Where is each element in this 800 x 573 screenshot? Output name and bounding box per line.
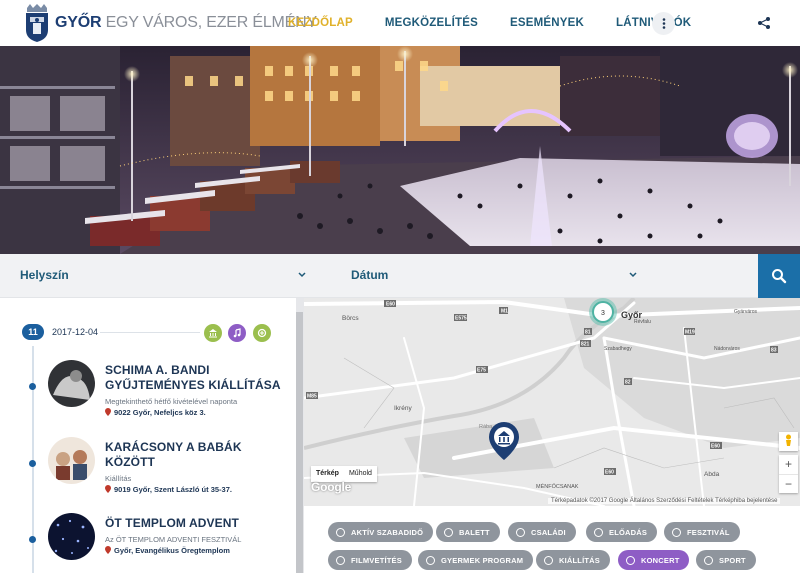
zoom-in-button[interactable]: + xyxy=(779,455,798,474)
nav-events[interactable]: ESEMÉNYEK xyxy=(510,17,584,29)
share-icon[interactable] xyxy=(757,16,771,30)
svg-text:821: 821 xyxy=(581,342,590,348)
pegman-icon xyxy=(786,434,791,446)
svg-text:Abda: Abda xyxy=(704,471,720,478)
event-thumbnail xyxy=(48,360,95,407)
svg-text:83: 83 xyxy=(771,348,777,354)
svg-text:E60: E60 xyxy=(605,470,614,476)
event-subtitle: Megtekinthető hétfő kivételével naponta xyxy=(105,397,238,406)
location-pin-icon xyxy=(105,408,111,416)
tag-family[interactable]: CSALÁDI xyxy=(508,522,576,542)
svg-text:81: 81 xyxy=(585,330,591,336)
event-title[interactable]: ÖT TEMPLOM ADVENT xyxy=(105,516,239,531)
location-select[interactable]: Helyszín xyxy=(20,268,69,282)
family-icon xyxy=(516,527,525,537)
tag-ballet[interactable]: BALETT xyxy=(436,522,500,542)
tag-kids-program[interactable]: GYERMEK PROGRAM xyxy=(418,550,534,570)
svg-text:E575: E575 xyxy=(455,316,467,322)
svg-text:Rába: Rába xyxy=(479,424,493,430)
site-header: GYŐR EGY VÁROS, EZER ÉLMÉNY KEZDŐLAP MEG… xyxy=(0,0,800,46)
tag-active-leisure[interactable]: AKTÍV SZABADIDŐ xyxy=(328,522,434,542)
more-menu-button[interactable] xyxy=(652,12,675,35)
timeline-dot xyxy=(29,460,36,467)
tag-exhibition[interactable]: KIÁLLÍTÁS xyxy=(536,550,610,570)
festival-icon xyxy=(672,527,681,537)
date-select[interactable]: Dátum xyxy=(351,268,388,282)
ballet-icon xyxy=(444,527,453,537)
tag-film[interactable]: FILMVETÍTÉS xyxy=(328,550,412,570)
svg-text:Nádorváros: Nádorváros xyxy=(714,346,740,352)
ticket-icon xyxy=(594,527,603,537)
event-title[interactable]: SCHIMA A. BANDI GYŰJTEMÉNYES KIÁLLÍTÁSA xyxy=(105,363,281,393)
svg-text:3: 3 xyxy=(601,310,605,317)
kids-icon xyxy=(426,555,435,565)
svg-text:MÉNFŐCSANAK: MÉNFŐCSANAK xyxy=(536,483,579,490)
svg-text:E60: E60 xyxy=(386,302,395,308)
category-music-icon[interactable] xyxy=(228,324,246,342)
zoom-out-button[interactable]: − xyxy=(779,474,798,494)
category-active-icon[interactable] xyxy=(253,324,271,342)
divider xyxy=(100,332,200,333)
activity-icon xyxy=(336,527,345,537)
event-subtitle: Kiállítás xyxy=(105,474,132,483)
event-address: Győr, Evangélikus Öregtemplom xyxy=(105,546,230,555)
street-view-button[interactable] xyxy=(779,432,798,451)
event-thumbnail xyxy=(48,437,95,484)
tag-concert[interactable]: KONCERT xyxy=(618,550,690,570)
brand-slogan: EGY VÁROS, EZER ÉLMÉNY xyxy=(105,14,318,31)
site-logo[interactable]: GYŐR EGY VÁROS, EZER ÉLMÉNY xyxy=(24,4,317,42)
chevron-down-icon[interactable] xyxy=(628,271,638,279)
timeline-dot xyxy=(29,536,36,543)
zoom-control: + − xyxy=(779,455,798,493)
google-logo: Google xyxy=(311,480,352,494)
map-canvas[interactable]: E60 E575 M1 M19 E75 E60 82 81 83 821 E60… xyxy=(304,298,800,506)
hero-image xyxy=(0,46,800,254)
event-map[interactable]: E60 E575 M1 M19 E75 E60 82 81 83 821 E60… xyxy=(304,298,800,506)
location-pin-icon xyxy=(105,485,111,493)
timeline-dot xyxy=(29,383,36,390)
tag-performance[interactable]: ELŐADÁS xyxy=(586,522,658,542)
nav-home[interactable]: KEZDŐLAP xyxy=(288,17,353,29)
more-vertical-icon xyxy=(662,18,665,29)
svg-text:M85: M85 xyxy=(307,394,317,400)
event-date: 2017-12-04 xyxy=(52,327,99,337)
sport-icon xyxy=(704,555,713,565)
svg-text:Gyárváros: Gyárváros xyxy=(734,309,758,315)
search-icon xyxy=(772,269,787,284)
christmas-market-illustration xyxy=(0,46,800,254)
category-museum-icon[interactable] xyxy=(204,324,222,342)
svg-text:82: 82 xyxy=(625,380,631,386)
tag-festival[interactable]: FESZTIVÁL xyxy=(664,522,740,542)
event-thumbnail xyxy=(48,513,95,560)
map-footer[interactable]: Térképadatok ©2017 Google Általános Szer… xyxy=(548,498,781,504)
day-badge: 11 xyxy=(22,324,44,340)
city-label: Győr xyxy=(621,310,643,320)
brand-city: GYŐR xyxy=(55,14,102,31)
museum-icon xyxy=(544,555,553,565)
search-button[interactable] xyxy=(758,254,800,298)
svg-text:Szabadhegy: Szabadhegy xyxy=(604,346,632,352)
chevron-down-icon[interactable] xyxy=(297,271,307,279)
svg-text:E60: E60 xyxy=(711,444,720,450)
event-address: 9022 Győr, Nefeljcs köz 3. xyxy=(105,408,206,417)
svg-text:Börcs: Börcs xyxy=(342,315,359,322)
category-tags: AKTÍV SZABADIDŐ BALETT CSALÁDI ELŐADÁS F… xyxy=(304,506,800,573)
event-address: 9019 Győr, Szent László út 35-37. xyxy=(105,485,232,494)
event-subtitle: Az ÖT TEMPLOM ADVENTI FESZTIVÁL xyxy=(105,535,242,544)
music-icon xyxy=(626,555,635,565)
event-list: 11 2017-12-04 SCHIMA A. BANDI GYŰJTEMÉNYE… xyxy=(0,298,304,573)
event-title[interactable]: KARÁCSONY A BABÁK KÖZÖTT xyxy=(105,440,242,470)
list-scrollbar-thumb[interactable] xyxy=(296,312,303,573)
svg-text:M1: M1 xyxy=(501,309,508,315)
cluster-marker[interactable]: 3 xyxy=(589,298,617,326)
tag-sport[interactable]: SPORT xyxy=(696,550,756,570)
svg-text:E75: E75 xyxy=(477,368,486,374)
nav-access[interactable]: MEGKÖZELÍTÉS xyxy=(385,17,478,29)
filter-bar: Helyszín Dátum xyxy=(0,254,800,298)
svg-text:Ikrény: Ikrény xyxy=(394,405,412,412)
film-icon xyxy=(336,555,345,565)
coat-of-arms-icon xyxy=(26,4,48,42)
location-pin-icon xyxy=(105,546,111,554)
svg-text:M19: M19 xyxy=(685,330,695,336)
